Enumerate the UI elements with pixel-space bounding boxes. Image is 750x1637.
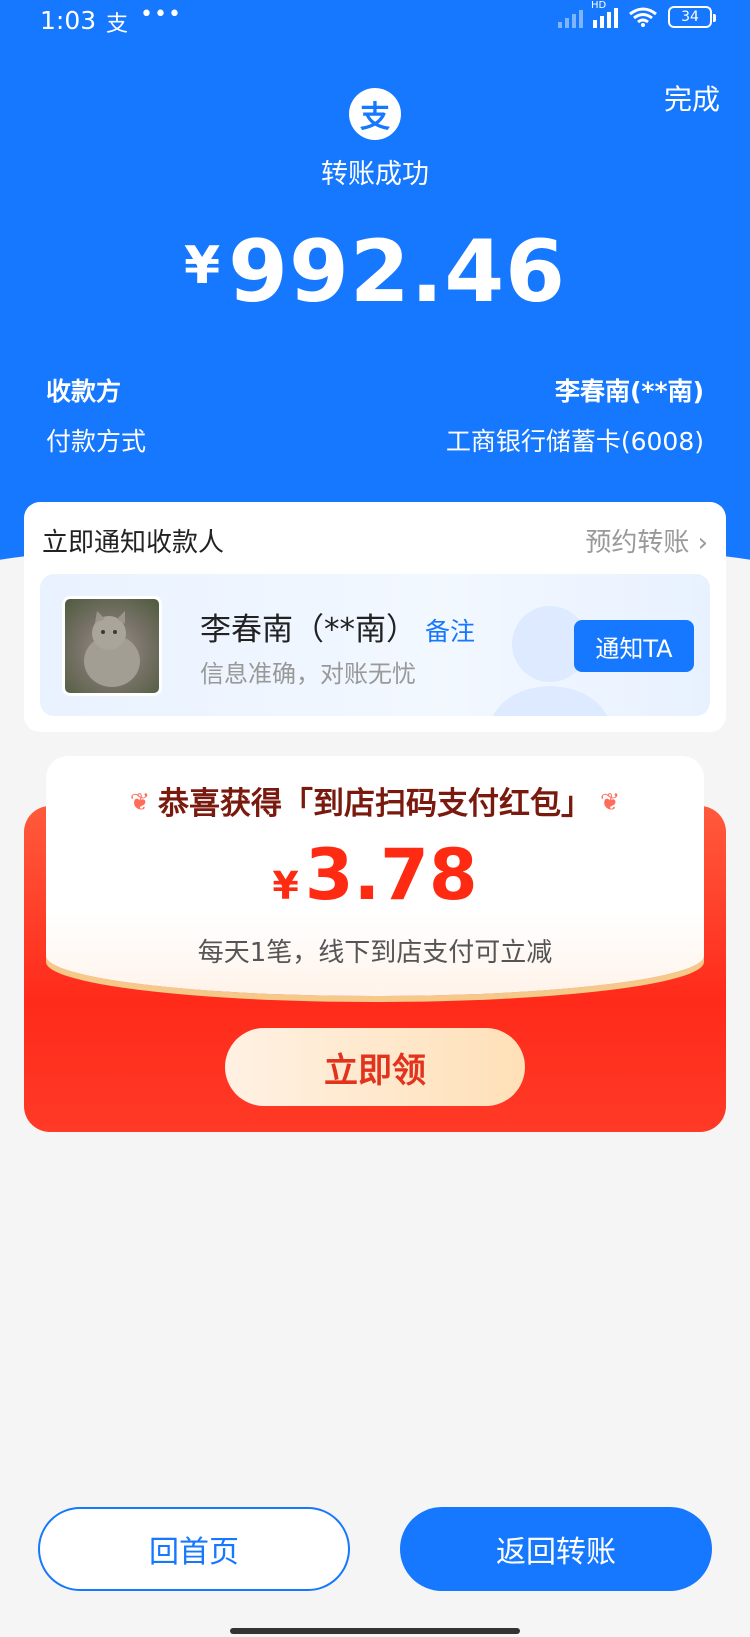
battery-icon: 34	[668, 6, 716, 28]
payee-info-panel: 李春南（**南） 备注 信息准确，对账无忧 通知TA	[40, 574, 710, 716]
payee-label: 收款方	[46, 377, 122, 406]
back-to-home-button[interactable]: 回首页	[38, 1507, 350, 1591]
status-time: 1:03	[40, 6, 97, 35]
payment-method-label: 付款方式	[46, 427, 147, 456]
chevron-right-icon: ›	[697, 528, 708, 558]
currency-symbol: ¥	[183, 236, 221, 296]
payee-value: 李春南(**南)	[555, 377, 704, 406]
payee-name-text: 李春南（**南）	[200, 612, 417, 648]
payee-row: 收款方 李春南(**南)	[46, 372, 704, 408]
more-notifications-icon: •••	[140, 2, 182, 27]
leaf-decoration-left-icon: ❦	[129, 788, 150, 816]
bottom-actions: 回首页 返回转账	[38, 1507, 712, 1591]
amount-value: 992.46	[228, 222, 567, 322]
done-button[interactable]: 完成	[664, 78, 720, 118]
success-title: 转账成功	[321, 159, 429, 190]
status-indicators: HD 34	[558, 0, 716, 28]
wifi-icon	[629, 7, 657, 27]
payee-name: 李春南（**南） 备注	[200, 604, 475, 649]
signal-sim2-icon: HD	[591, 0, 618, 28]
red-packet-title-text: 恭喜获得「到店扫码支付红包」	[158, 786, 592, 822]
remark-link[interactable]: 备注	[425, 617, 475, 646]
notify-payee-card: 立即通知收款人 预约转账 › 李春南（**南） 备注 信息准确，对账无忧 通知TA	[24, 502, 726, 732]
red-packet-description: 每天1笔，线下到店支付可立减	[197, 938, 553, 968]
payment-method-value: 工商银行储蓄卡(6008)	[445, 427, 704, 456]
cat-photo-icon	[84, 611, 140, 687]
status-bar: 1:03 支 ••• HD 34	[0, 0, 750, 40]
red-packet-currency-symbol: ¥	[272, 864, 299, 908]
alipay-logo-icon: 支	[349, 88, 401, 140]
claim-now-button[interactable]: 立即领	[225, 1028, 525, 1106]
red-packet-title: ❦ 恭喜获得「到店扫码支付红包」 ❦	[24, 778, 726, 823]
red-packet-card: ❦ 恭喜获得「到店扫码支付红包」 ❦ ¥3.78 每天1笔，线下到店支付可立减 立即…	[24, 756, 726, 1132]
notify-card-title: 立即通知收款人	[42, 528, 225, 558]
home-indicator[interactable]	[230, 1628, 520, 1634]
scheduled-transfer-link[interactable]: 预约转账 ›	[585, 522, 708, 559]
hd-label: HD	[591, 0, 607, 11]
transfer-amount: ¥992.46	[0, 222, 750, 322]
scheduled-transfer-label: 预约转账	[585, 528, 690, 558]
notify-ta-button[interactable]: 通知TA	[574, 620, 694, 672]
payment-method-row: 付款方式 工商银行储蓄卡(6008)	[46, 422, 704, 458]
back-to-transfer-button[interactable]: 返回转账	[400, 1507, 712, 1591]
payee-subtitle: 信息准确，对账无忧	[200, 660, 416, 688]
avatar[interactable]	[62, 596, 162, 696]
leaf-decoration-right-icon: ❦	[600, 788, 621, 816]
alipay-notification-icon: 支	[106, 12, 129, 37]
red-packet-amount-value: 3.78	[304, 834, 478, 916]
signal-sim1-icon	[558, 6, 583, 28]
red-packet-amount: ¥3.78	[24, 834, 726, 916]
